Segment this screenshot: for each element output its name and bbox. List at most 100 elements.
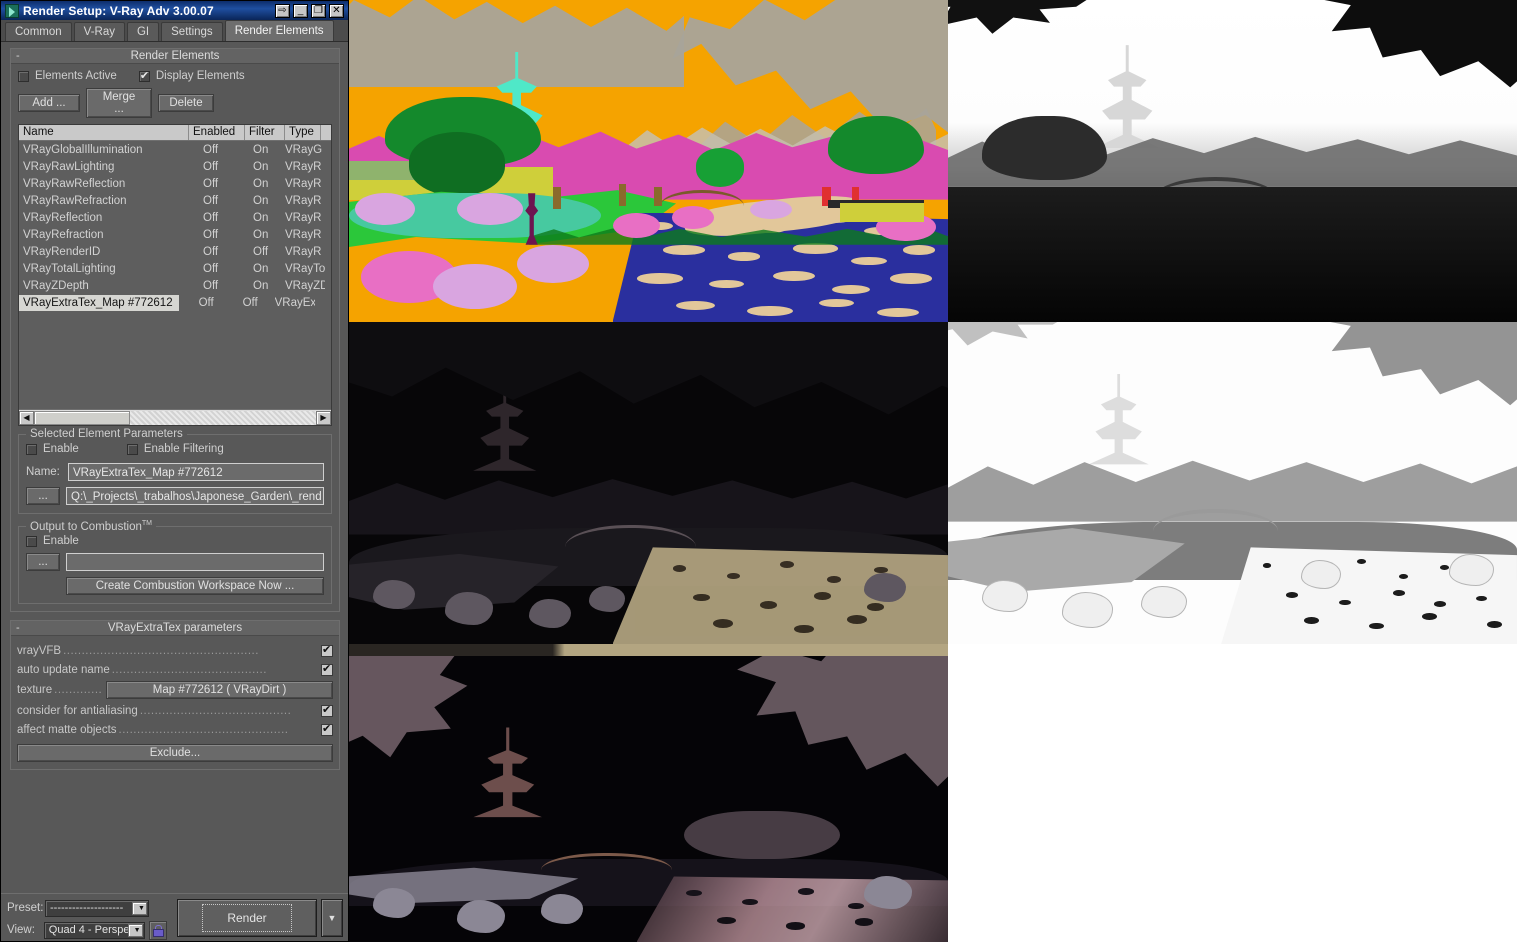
combustion-path-input[interactable] xyxy=(66,553,324,571)
tree-top-right xyxy=(1255,0,1517,155)
render-pass-extratex-dirt xyxy=(948,322,1517,644)
auto-update-name-checkbox[interactable] xyxy=(321,664,333,676)
element-name-input[interactable]: VRayExtraTex_Map #772612 xyxy=(68,463,324,481)
vrayextratex-rollout-body: vrayVFB ................................… xyxy=(11,636,339,769)
view-dropdown[interactable]: Quad 4 - Perspe ▼ xyxy=(44,922,145,939)
cell-enabled[interactable]: Off xyxy=(179,295,235,311)
tab-gi[interactable]: GI xyxy=(127,22,159,41)
preset-dropdown[interactable]: -------------------- ▼ xyxy=(45,900,149,917)
output-to-combustion-group: Output to CombustionTM Enable ... Create… xyxy=(18,526,332,604)
tree-right xyxy=(828,116,924,174)
tab-common[interactable]: Common xyxy=(5,22,72,41)
render-dropdown-button[interactable]: ▼ xyxy=(321,899,343,937)
table-row[interactable]: VRayGlobalIllumination Off On VRayG xyxy=(19,141,331,158)
close-button[interactable]: ✕ xyxy=(329,4,344,18)
create-combustion-workspace-button[interactable]: Create Combustion Workspace Now ... xyxy=(66,577,324,595)
table-row[interactable]: VRayRawRefraction Off On VRayR xyxy=(19,192,331,209)
elements-toggles-row: Elements Active Display Elements xyxy=(18,70,332,82)
maximize-button[interactable]: ❐ xyxy=(311,4,326,18)
combustion-path-row: ... xyxy=(26,553,324,571)
cell-enabled[interactable]: Off xyxy=(189,176,245,192)
render-button[interactable]: Render xyxy=(177,899,317,937)
cell-enabled[interactable]: Off xyxy=(189,244,245,260)
rock xyxy=(1062,592,1113,627)
table-row[interactable]: VRayTotalLighting Off On VRayTo xyxy=(19,260,331,277)
collapse-icon[interactable]: - xyxy=(16,621,20,635)
delete-button[interactable]: Delete xyxy=(158,94,214,112)
scroll-right-arrow-icon[interactable]: ▶ xyxy=(316,411,331,425)
chevron-down-icon[interactable]: ▼ xyxy=(128,924,143,937)
table-row[interactable]: VRayRawReflection Off On VRayR xyxy=(19,175,331,192)
param-label: consider for antialiasing xyxy=(17,705,138,717)
cell-filter[interactable]: Off xyxy=(245,244,285,260)
tearoff-button[interactable]: ⇨ xyxy=(275,4,290,18)
cell-filter[interactable]: On xyxy=(245,227,285,243)
table-row-selected[interactable]: VRayExtraTex_Map #772612 Off Off VRayEx xyxy=(19,294,331,311)
list-body: VRayGlobalIllumination Off On VRayG VRay… xyxy=(19,141,331,409)
window-buttons: ⇨ _ ❐ ✕ xyxy=(275,4,346,18)
cell-enabled[interactable]: Off xyxy=(189,193,245,209)
render-elements-rollout-header[interactable]: - Render Elements xyxy=(11,49,339,64)
table-row[interactable]: VRayReflection Off On VRayR xyxy=(19,209,331,226)
enable-filtering-checkbox[interactable] xyxy=(127,444,138,455)
title-bar[interactable]: Render Setup: V-Ray Adv 3.00.07 ⇨ _ ❐ ✕ xyxy=(1,1,348,20)
column-header-name[interactable]: Name xyxy=(19,125,189,140)
column-header-enabled[interactable]: Enabled xyxy=(189,125,245,140)
name-label: Name: xyxy=(26,466,68,478)
elements-active-checkbox[interactable] xyxy=(18,71,29,82)
tab-vray[interactable]: V-Ray xyxy=(74,22,125,41)
table-row[interactable]: VRayRawLighting Off On VRayR xyxy=(19,158,331,175)
rock xyxy=(864,876,912,909)
scroll-track[interactable] xyxy=(34,411,316,425)
horizontal-scrollbar[interactable]: ◀ ▶ xyxy=(19,409,331,425)
cell-type: VRayR xyxy=(285,159,325,175)
cell-enabled[interactable]: Off xyxy=(189,227,245,243)
collapse-icon[interactable]: - xyxy=(16,49,20,63)
browse-path-button[interactable]: ... xyxy=(26,487,60,505)
cell-type: VRayR xyxy=(285,176,325,192)
cell-enabled[interactable]: Off xyxy=(189,210,245,226)
texture-map-button[interactable]: Map #772612 ( VRayDirt ) xyxy=(106,681,333,699)
combustion-browse-button[interactable]: ... xyxy=(26,553,60,571)
cell-type: VRayR xyxy=(285,244,325,260)
chevron-down-icon[interactable]: ▼ xyxy=(132,902,147,915)
scroll-thumb[interactable] xyxy=(34,411,130,425)
minimize-button[interactable]: _ xyxy=(293,4,308,18)
cell-filter[interactable]: On xyxy=(245,176,285,192)
vrayvfb-checkbox[interactable] xyxy=(321,645,333,657)
cell-filter[interactable]: Off xyxy=(235,295,275,311)
merge-button[interactable]: Merge ... xyxy=(86,88,152,118)
cell-filter[interactable]: On xyxy=(245,193,285,209)
scroll-left-arrow-icon[interactable]: ◀ xyxy=(19,411,34,425)
cell-enabled[interactable]: Off xyxy=(189,278,245,294)
table-row[interactable]: VRayZDepth Off On VRayZD xyxy=(19,277,331,294)
display-elements-checkbox[interactable] xyxy=(139,71,150,82)
cell-filter[interactable]: On xyxy=(245,142,285,158)
lock-view-button[interactable] xyxy=(149,921,167,940)
affect-matte-objects-checkbox[interactable] xyxy=(321,724,333,736)
cell-filter[interactable]: On xyxy=(245,261,285,277)
dot-leader: ........................................… xyxy=(119,724,319,736)
bonsai-tree xyxy=(982,116,1107,180)
cell-enabled[interactable]: Off xyxy=(189,159,245,175)
cell-enabled[interactable]: Off xyxy=(189,142,245,158)
column-header-type[interactable]: Type xyxy=(285,125,321,140)
table-row[interactable]: VRayRenderID Off Off VRayR xyxy=(19,243,331,260)
cell-enabled[interactable]: Off xyxy=(189,261,245,277)
vrayextratex-rollout-header[interactable]: - VRayExtraTex parameters xyxy=(11,621,339,636)
tab-settings[interactable]: Settings xyxy=(161,22,223,41)
add-button[interactable]: Add ... xyxy=(18,94,80,112)
cell-name: VRayReflection xyxy=(19,210,189,226)
output-path-input[interactable]: Q:\_Projects\_trabalhos\Japonese_Garden\… xyxy=(66,487,324,505)
dot-leader: ........................................… xyxy=(63,645,319,657)
consider-for-antialiasing-checkbox[interactable] xyxy=(321,705,333,717)
table-row[interactable]: VRayRefraction Off On VRayR xyxy=(19,226,331,243)
cell-filter[interactable]: On xyxy=(245,210,285,226)
exclude-button[interactable]: Exclude... xyxy=(17,744,333,762)
cell-filter[interactable]: On xyxy=(245,278,285,294)
enable-checkbox[interactable] xyxy=(26,444,37,455)
column-header-filter[interactable]: Filter xyxy=(245,125,285,140)
combustion-enable-checkbox[interactable] xyxy=(26,536,37,547)
cell-filter[interactable]: On xyxy=(245,159,285,175)
tab-render-elements[interactable]: Render Elements xyxy=(225,20,334,41)
